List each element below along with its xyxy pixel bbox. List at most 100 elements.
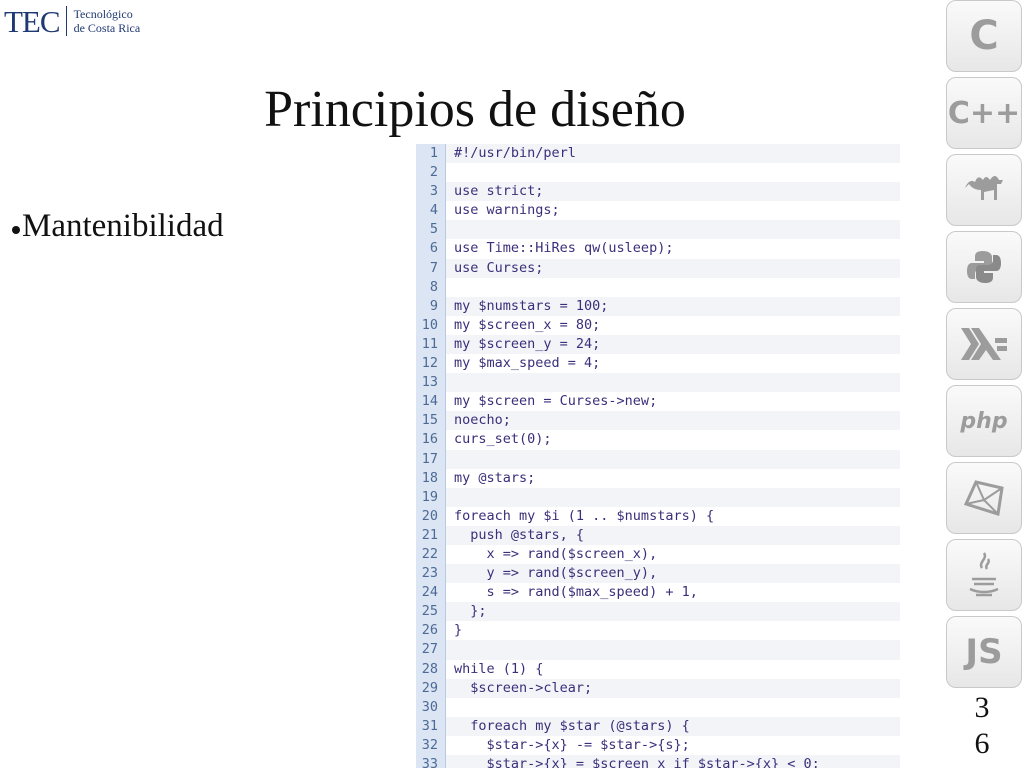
code-text: x => rand($screen_x),: [454, 545, 658, 562]
code-line: 9 my $numstars = 100;: [416, 296, 900, 316]
java-icon: [946, 539, 1022, 611]
code-line: 7 use Curses;: [416, 258, 900, 278]
code-line: 10 my $screen_x = 80;: [416, 315, 900, 335]
code-line: 23 y => rand($screen_y),: [416, 564, 900, 584]
code-text: };: [454, 603, 487, 620]
code-line: 1 #!/usr/bin/perl: [416, 144, 900, 164]
logo-subtitle: Tecnológico de Costa Rica: [74, 7, 141, 35]
code-line: 20 foreach my $i (1 .. $numstars) {: [416, 506, 900, 526]
code-text: my $screen = Curses->new;: [454, 393, 658, 410]
code-line: 33 $star->{x} = $screen_x if $star->{x} …: [416, 755, 900, 768]
code-text: my $max_speed = 4;: [454, 355, 601, 372]
line-number: 28: [416, 659, 446, 679]
code-text: s => rand($max_speed) + 1,: [454, 584, 698, 601]
line-number: 8: [416, 277, 446, 297]
line-number: 2: [416, 163, 446, 183]
line-number: 11: [416, 334, 446, 355]
line-number: 22: [416, 544, 446, 565]
line-number: 10: [416, 315, 446, 335]
code-line: 21 push @stars, {: [416, 525, 900, 545]
code-line: 3 use strict;: [416, 182, 900, 202]
code-text: my $numstars = 100;: [454, 297, 609, 314]
cpp-language-label: C++: [947, 95, 1021, 131]
code-line: 8: [416, 277, 900, 297]
page-number-line2: 6: [974, 727, 990, 760]
line-number: 31: [416, 716, 446, 736]
code-line: 26}: [416, 621, 900, 641]
code-text: push @stars, {: [454, 526, 585, 543]
code-line: 18 my @stars;: [416, 468, 900, 488]
bullet-text: Mantenibilidad: [22, 208, 224, 244]
bullet-item: Mantenibilidad: [12, 208, 224, 245]
line-number: 1: [416, 144, 446, 164]
php-icon: php: [946, 385, 1022, 457]
line-number: 21: [416, 525, 446, 545]
logo-subtitle-line1: Tecnológico: [73, 7, 133, 21]
bullet-dot-icon: [12, 226, 20, 234]
code-line: 16 curs_set(0);: [416, 430, 900, 450]
line-number: 4: [416, 201, 446, 221]
page-number: 3 6: [950, 690, 1014, 768]
code-text: use warnings;: [454, 202, 560, 219]
code-line: 32 $star->{x} -= $star->{s};: [416, 735, 900, 755]
code-line: 13: [416, 373, 900, 393]
code-line: 31 foreach my $star (@stars) {: [416, 716, 900, 736]
haskell-icon: [946, 308, 1022, 380]
code-line: 29 $screen->clear;: [416, 678, 900, 698]
line-number: 9: [416, 296, 446, 316]
code-line: 27: [416, 640, 900, 660]
code-line: 19: [416, 487, 900, 507]
ruby-icon: [946, 462, 1022, 534]
code-line: 6 use Time::HiRes qw(usleep);: [416, 239, 900, 259]
code-text: my $screen_y = 24;: [454, 335, 601, 352]
code-line: 30: [416, 697, 900, 717]
code-text: noecho;: [454, 412, 511, 429]
perl-camel-icon: [946, 154, 1022, 226]
code-text: my $screen_x = 80;: [454, 316, 601, 333]
line-number: 13: [416, 373, 446, 393]
code-line: 17: [416, 449, 900, 469]
code-text: use Time::HiRes qw(usleep);: [454, 240, 674, 257]
line-number: 12: [416, 354, 446, 374]
page-number-line1: 3: [974, 691, 990, 724]
line-number: 33: [416, 755, 446, 768]
code-line: 28 while (1) {: [416, 659, 900, 679]
code-line: 14 my $screen = Curses->new;: [416, 392, 900, 412]
line-number: 19: [416, 487, 446, 507]
javascript-icon: JS: [946, 616, 1022, 688]
code-line: 25 };: [416, 602, 900, 622]
line-number: 26: [416, 621, 446, 641]
code-line: 2: [416, 163, 900, 183]
line-number: 14: [416, 392, 446, 412]
line-number: 30: [416, 697, 446, 717]
logo-subtitle-line2: de Costa Rica: [73, 21, 141, 35]
code-line: 22 x => rand($screen_x),: [416, 544, 900, 565]
code-text: $screen->clear;: [454, 679, 593, 696]
c-language-label: C: [969, 13, 999, 59]
c-language-icon: C: [946, 0, 1022, 72]
line-number: 27: [416, 640, 446, 660]
line-number: 15: [416, 411, 446, 431]
logo-divider: [65, 6, 67, 36]
language-sidebar: C C++ php JS: [944, 0, 1024, 768]
code-text: use strict;: [454, 183, 544, 200]
code-text: #!/usr/bin/perl: [454, 145, 576, 161]
javascript-label: JS: [965, 632, 1003, 672]
code-listing: 1 #!/usr/bin/perl 2 3 use strict; 4 use warnin…: [416, 144, 900, 768]
python-icon: [946, 231, 1022, 303]
line-number: 32: [416, 735, 446, 755]
code-text: use Curses;: [454, 259, 544, 276]
tec-logo: TEC Tecnológico de Costa Rica: [4, 4, 140, 38]
code-text: while (1) {: [454, 660, 544, 677]
code-text: $star->{x} -= $star->{s};: [454, 736, 690, 753]
code-text: foreach my $star (@stars) {: [454, 717, 690, 734]
line-number: 18: [416, 468, 446, 488]
line-number: 17: [416, 449, 446, 469]
code-text: y => rand($screen_y),: [454, 565, 658, 582]
code-line: 4 use warnings;: [416, 201, 900, 221]
